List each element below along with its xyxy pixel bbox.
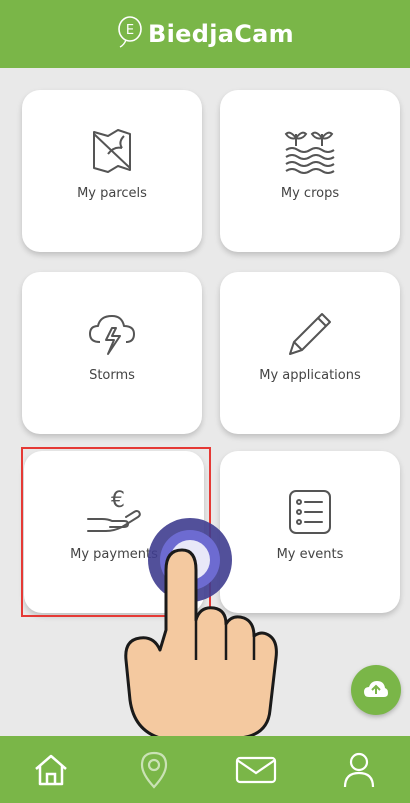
bottom-navigation xyxy=(0,736,410,803)
app-header: E BiedjaCam xyxy=(0,0,410,68)
tile-label: My crops xyxy=(280,186,340,201)
logo-leaf-icon: E xyxy=(116,15,144,53)
mail-icon xyxy=(236,756,277,783)
tap-hand-icon xyxy=(124,518,278,740)
tile-label: My parcels xyxy=(77,186,147,201)
tile-my-parcels[interactable]: My parcels xyxy=(22,90,202,252)
nav-home[interactable] xyxy=(21,740,81,800)
home-icon xyxy=(35,754,68,785)
svg-text:E: E xyxy=(126,23,134,38)
tile-storms[interactable]: Storms xyxy=(22,272,202,434)
map-icon xyxy=(93,129,131,173)
tile-my-crops[interactable]: My crops xyxy=(220,90,400,252)
cloud-sync-icon xyxy=(364,681,388,697)
event-list-icon xyxy=(289,490,331,534)
tile-label: My events xyxy=(276,547,344,562)
tile-label: My applications xyxy=(259,368,361,383)
tile-label: Storms xyxy=(89,368,135,383)
brand: E BiedjaCam xyxy=(116,15,294,53)
app-title: BiedjaCam xyxy=(148,20,294,48)
tile-my-applications[interactable]: My applications xyxy=(220,272,400,434)
storm-icon xyxy=(89,315,135,355)
nav-profile[interactable] xyxy=(329,740,389,800)
pencil-icon xyxy=(289,313,331,355)
crops-icon xyxy=(284,131,335,174)
user-icon xyxy=(343,752,374,787)
nav-location[interactable] xyxy=(124,740,184,800)
nav-messages[interactable] xyxy=(226,740,286,800)
cloud-sync-button[interactable] xyxy=(351,665,401,715)
location-icon xyxy=(140,751,167,789)
